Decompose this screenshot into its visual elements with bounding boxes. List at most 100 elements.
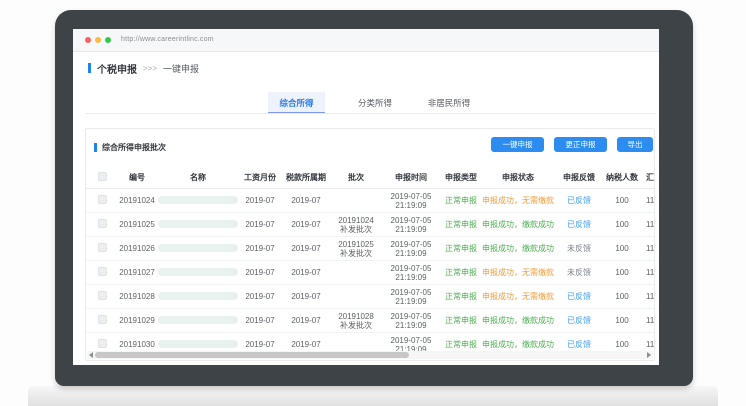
filing-date: 2019-07-05 bbox=[380, 336, 442, 345]
cell-filing-feedback: 已反馈 bbox=[556, 333, 602, 353]
cell-select bbox=[86, 261, 118, 285]
cell-clipped: 11 bbox=[642, 261, 654, 285]
cell-id: 20191024 bbox=[118, 189, 156, 213]
cell-id: 20191028 bbox=[118, 285, 156, 309]
cell-filing-type: 正常申报 bbox=[442, 189, 480, 213]
row-checkbox[interactable] bbox=[98, 243, 107, 252]
name-placeholder bbox=[158, 316, 238, 324]
row-checkbox[interactable] bbox=[98, 291, 107, 300]
cell-batch bbox=[332, 333, 380, 353]
cell-taxpayer-count: 100 bbox=[602, 285, 642, 309]
table-row: 20191024 2019-07 2019-07 2019-07-0521:19… bbox=[86, 189, 654, 213]
cell-id: 20191027 bbox=[118, 261, 156, 285]
cell-name bbox=[156, 285, 240, 309]
table-row: 20191026 2019-07 2019-07 20191025补发批次 20… bbox=[86, 237, 654, 261]
filing-date: 2019-07-05 bbox=[380, 216, 442, 225]
name-placeholder bbox=[158, 292, 238, 300]
one-click-filing-button[interactable]: 一键申报 bbox=[491, 137, 544, 152]
cell-batch bbox=[332, 285, 380, 309]
cell-id: 20191030 bbox=[118, 333, 156, 353]
batch-note: 补发批次 bbox=[332, 225, 380, 234]
scrollbar-thumb[interactable] bbox=[95, 352, 409, 358]
cell-batch bbox=[332, 261, 380, 285]
row-checkbox[interactable] bbox=[98, 315, 107, 324]
cell-batch: 20191028补发批次 bbox=[332, 309, 380, 333]
tab-nonresident-income[interactable]: 非居民所得 bbox=[418, 92, 480, 114]
row-checkbox[interactable] bbox=[98, 195, 107, 204]
cell-taxpayer-count: 100 bbox=[602, 237, 642, 261]
batch-id: 20191024 bbox=[332, 216, 380, 225]
batch-note: 补发批次 bbox=[332, 249, 380, 258]
correction-filing-button[interactable]: 更正申报 bbox=[554, 137, 607, 152]
filing-date: 2019-07-05 bbox=[380, 312, 442, 321]
cell-filing-status: 申报成功，缴款成功 bbox=[480, 213, 556, 237]
cell-clipped: 11 bbox=[642, 237, 654, 261]
row-checkbox[interactable] bbox=[98, 339, 107, 348]
cell-tax-period: 2019-07 bbox=[280, 285, 332, 309]
tab-comprehensive-income[interactable]: 综合所得 bbox=[268, 92, 325, 114]
tab-bar: 综合所得 分类所得 非居民所得 bbox=[73, 92, 659, 114]
col-id: 编号 bbox=[118, 166, 156, 189]
table-row: 20191027 2019-07 2019-07 2019-07-0521:19… bbox=[86, 261, 654, 285]
select-all-checkbox[interactable] bbox=[98, 172, 107, 181]
breadcrumb-current: 一键申报 bbox=[163, 62, 199, 75]
name-placeholder bbox=[158, 268, 238, 276]
row-checkbox[interactable] bbox=[98, 267, 107, 276]
table-header-row: 编号 名称 工资月份 税款所属期 批次 申报时间 申报类型 申报状态 申报反馈 … bbox=[86, 166, 654, 189]
table-row: 20191028 2019-07 2019-07 2019-07-0521:19… bbox=[86, 285, 654, 309]
scroll-right-icon[interactable] bbox=[647, 352, 651, 358]
cell-clipped: 11 bbox=[642, 333, 654, 353]
browser-topbar: http://www.careerintlinc.com bbox=[73, 29, 659, 52]
cell-filing-feedback: 未反馈 bbox=[556, 261, 602, 285]
cell-filing-time: 2019-07-0521:19:09 bbox=[380, 309, 442, 333]
cell-taxpayer-count: 100 bbox=[602, 261, 642, 285]
horizontal-scrollbar[interactable] bbox=[87, 351, 653, 359]
batch-table-wrap: 编号 名称 工资月份 税款所属期 批次 申报时间 申报类型 申报状态 申报反馈 … bbox=[86, 166, 654, 352]
col-salary-month: 工资月份 bbox=[240, 166, 280, 189]
tab-classified-income[interactable]: 分类所得 bbox=[345, 92, 405, 114]
title-marker bbox=[88, 63, 91, 73]
filing-date: 2019-07-05 bbox=[380, 288, 442, 297]
cell-name bbox=[156, 309, 240, 333]
panel-header: 综合所得申报批次 一键申报 更正申报 导出 bbox=[86, 129, 654, 166]
scroll-left-icon[interactable] bbox=[89, 352, 93, 358]
filing-clock: 21:19:09 bbox=[380, 225, 442, 234]
cell-tax-period: 2019-07 bbox=[280, 309, 332, 333]
col-tax-period: 税款所属期 bbox=[280, 166, 332, 189]
filing-date: 2019-07-05 bbox=[380, 240, 442, 249]
cell-select bbox=[86, 333, 118, 353]
row-checkbox[interactable] bbox=[98, 219, 107, 228]
window-maximize-icon bbox=[105, 37, 111, 43]
cell-taxpayer-count: 100 bbox=[602, 213, 642, 237]
cell-filing-status: 申报成功，缴款成功 bbox=[480, 309, 556, 333]
cell-salary-month: 2019-07 bbox=[240, 309, 280, 333]
cell-name bbox=[156, 189, 240, 213]
export-button[interactable]: 导出 bbox=[617, 137, 653, 152]
cell-tax-period: 2019-07 bbox=[280, 213, 332, 237]
cell-filing-status: 申报成功，缴款成功 bbox=[480, 333, 556, 353]
cell-taxpayer-count: 100 bbox=[602, 333, 642, 353]
cell-filing-time: 2019-07-0521:19:09 bbox=[380, 213, 442, 237]
cell-filing-feedback: 已反馈 bbox=[556, 285, 602, 309]
table-row: 20191029 2019-07 2019-07 20191028补发批次 20… bbox=[86, 309, 654, 333]
col-filing-type: 申报类型 bbox=[442, 166, 480, 189]
address-bar[interactable]: http://www.careerintlinc.com bbox=[121, 34, 214, 46]
window-close-icon bbox=[85, 37, 91, 43]
cell-filing-type: 正常申报 bbox=[442, 309, 480, 333]
name-placeholder bbox=[158, 196, 238, 204]
breadcrumb: 个税申报 >>> 一键申报 bbox=[88, 62, 199, 74]
cell-tax-period: 2019-07 bbox=[280, 261, 332, 285]
cell-select bbox=[86, 189, 118, 213]
col-name: 名称 bbox=[156, 166, 240, 189]
cell-salary-month: 2019-07 bbox=[240, 285, 280, 309]
col-clipped: 汇 bbox=[642, 166, 654, 189]
laptop-mockup: http://www.careerintlinc.com 个税申报 >>> 一键… bbox=[0, 0, 746, 406]
cell-filing-status: 申报成功，无需缴款 bbox=[480, 189, 556, 213]
cell-clipped: 11 bbox=[642, 285, 654, 309]
cell-salary-month: 2019-07 bbox=[240, 213, 280, 237]
cell-salary-month: 2019-07 bbox=[240, 333, 280, 353]
cell-name bbox=[156, 333, 240, 353]
cell-clipped: 11 bbox=[642, 309, 654, 333]
name-placeholder bbox=[158, 220, 238, 228]
cell-batch: 20191025补发批次 bbox=[332, 237, 380, 261]
